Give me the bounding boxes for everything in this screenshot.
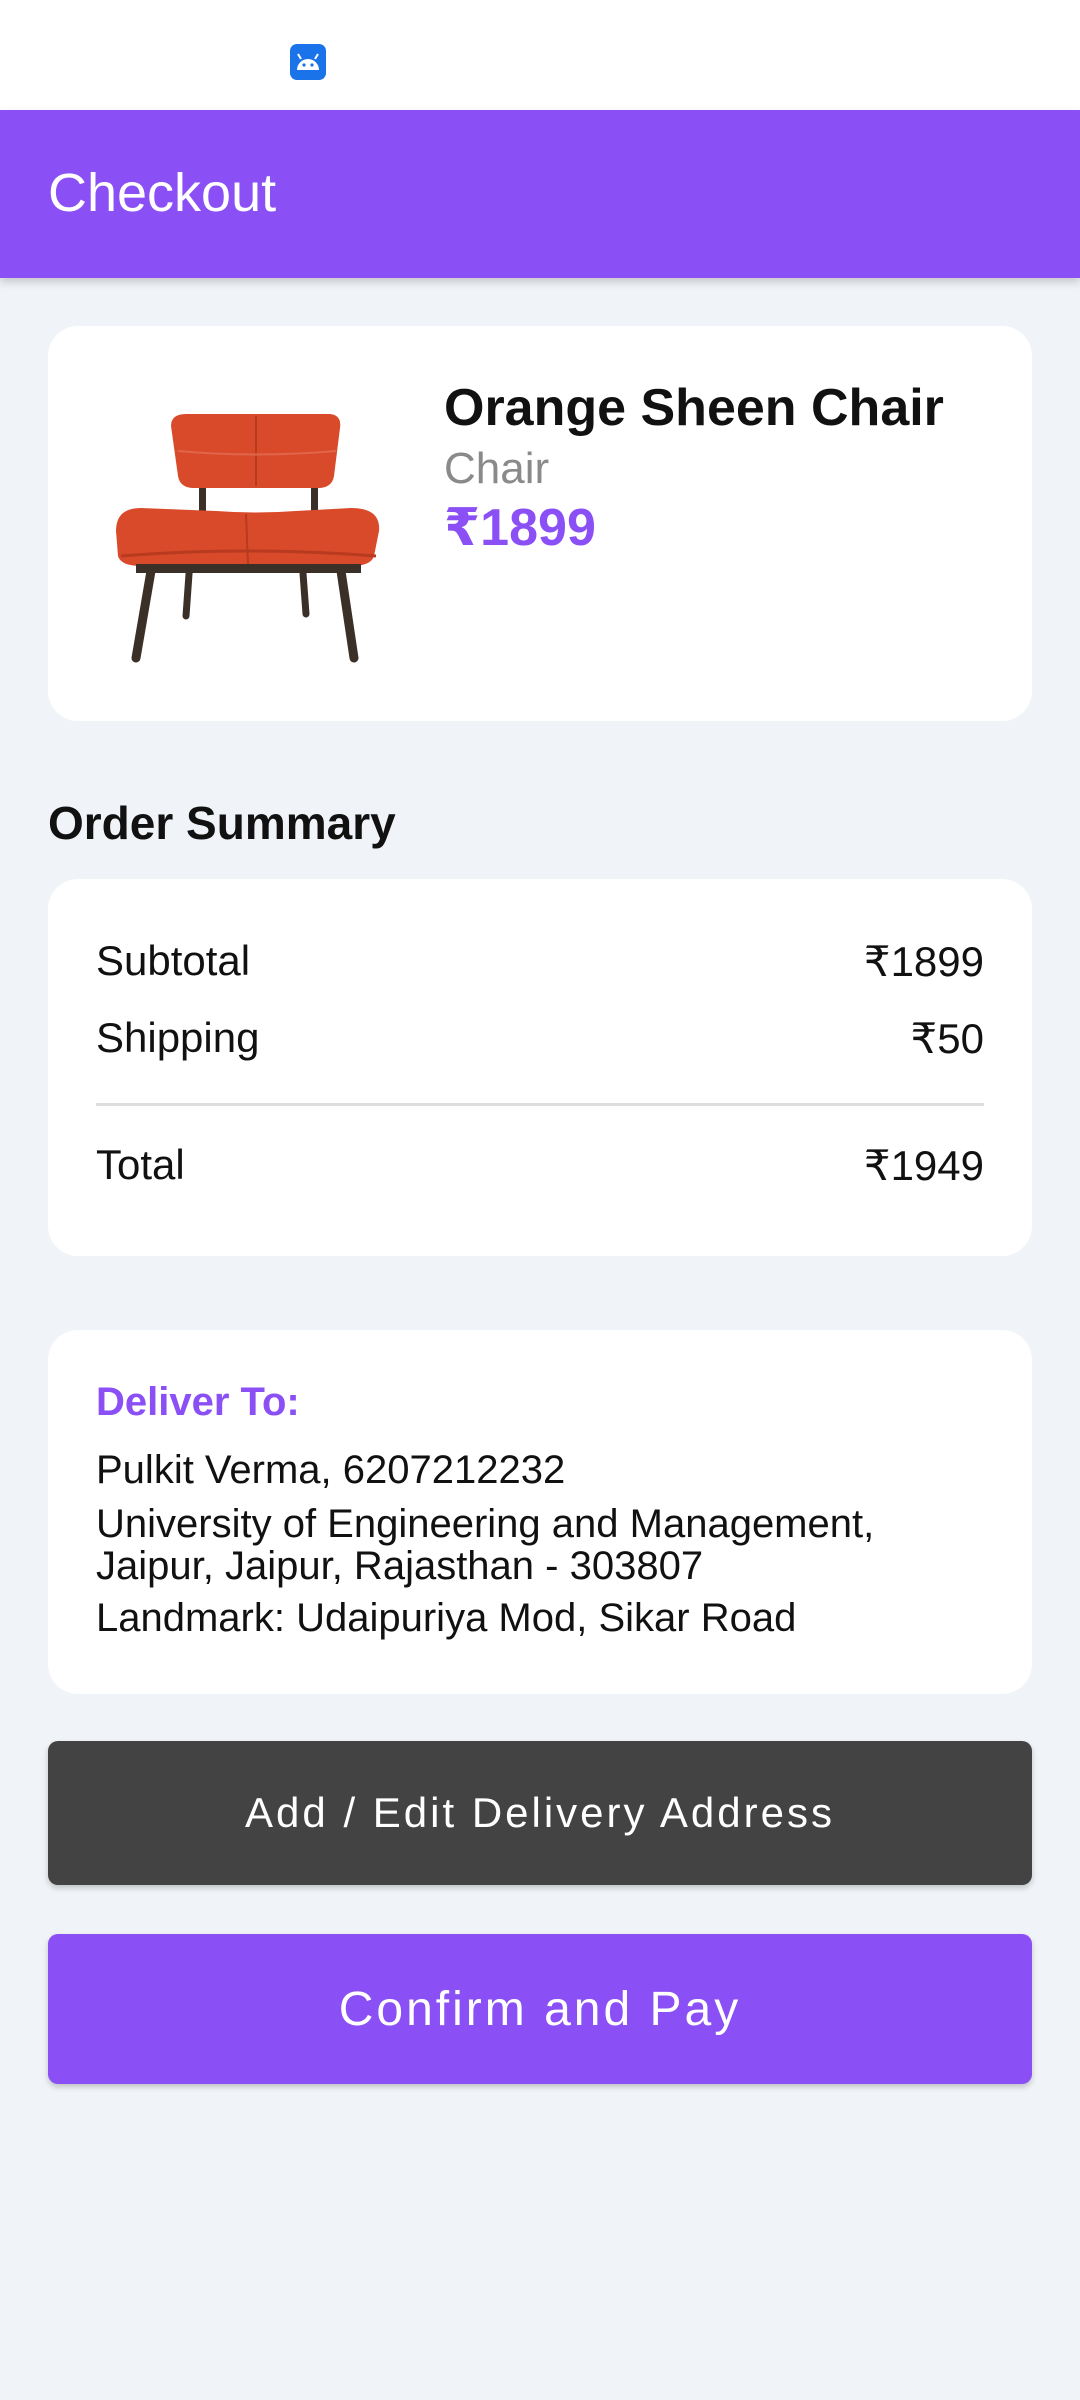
shipping-row: Shipping ₹50	[96, 1014, 984, 1063]
recipient-name-phone: Pulkit Verma, 6207212232	[96, 1448, 566, 1492]
total-label: Total	[96, 1141, 185, 1188]
confirm-and-pay-button[interactable]: Confirm and Pay	[48, 1934, 1032, 2084]
android-icon	[290, 44, 326, 80]
product-name: Orange Sheen Chair	[444, 379, 944, 437]
deliver-to-label: Deliver To:	[96, 1380, 300, 1424]
shipping-value: ₹50	[910, 1015, 984, 1062]
orange-chair-image	[96, 396, 396, 666]
subtotal-row: Subtotal ₹1899	[96, 937, 984, 986]
edit-delivery-address-button[interactable]: Add / Edit Delivery Address	[48, 1741, 1032, 1885]
divider	[96, 1103, 984, 1106]
total-value: ₹1949	[863, 1142, 984, 1189]
order-summary-heading: Order Summary	[48, 797, 396, 849]
product-price: ₹1899	[444, 499, 596, 557]
subtotal-value: ₹1899	[863, 938, 984, 985]
status-bar	[0, 0, 1080, 110]
page-title: Checkout	[48, 163, 277, 223]
app-bar: Checkout	[0, 110, 1080, 278]
product-card: Orange Sheen Chair Chair ₹1899	[48, 326, 1032, 721]
delivery-address-card: Deliver To: Pulkit Verma, 6207212232 Uni…	[48, 1330, 1032, 1694]
subtotal-label: Subtotal	[96, 937, 251, 984]
product-category: Chair	[444, 444, 550, 493]
order-summary-card: Subtotal ₹1899 Shipping ₹50 Total ₹1949	[48, 879, 1032, 1256]
address-line-2: Jaipur, Jaipur, Rajasthan - 303807	[96, 1544, 704, 1588]
shipping-label: Shipping	[96, 1014, 260, 1061]
address-line-1: University of Engineering and Management…	[96, 1502, 875, 1546]
total-row: Total ₹1949	[96, 1141, 984, 1190]
landmark-line: Landmark: Udaipuriya Mod, Sikar Road	[96, 1596, 797, 1640]
